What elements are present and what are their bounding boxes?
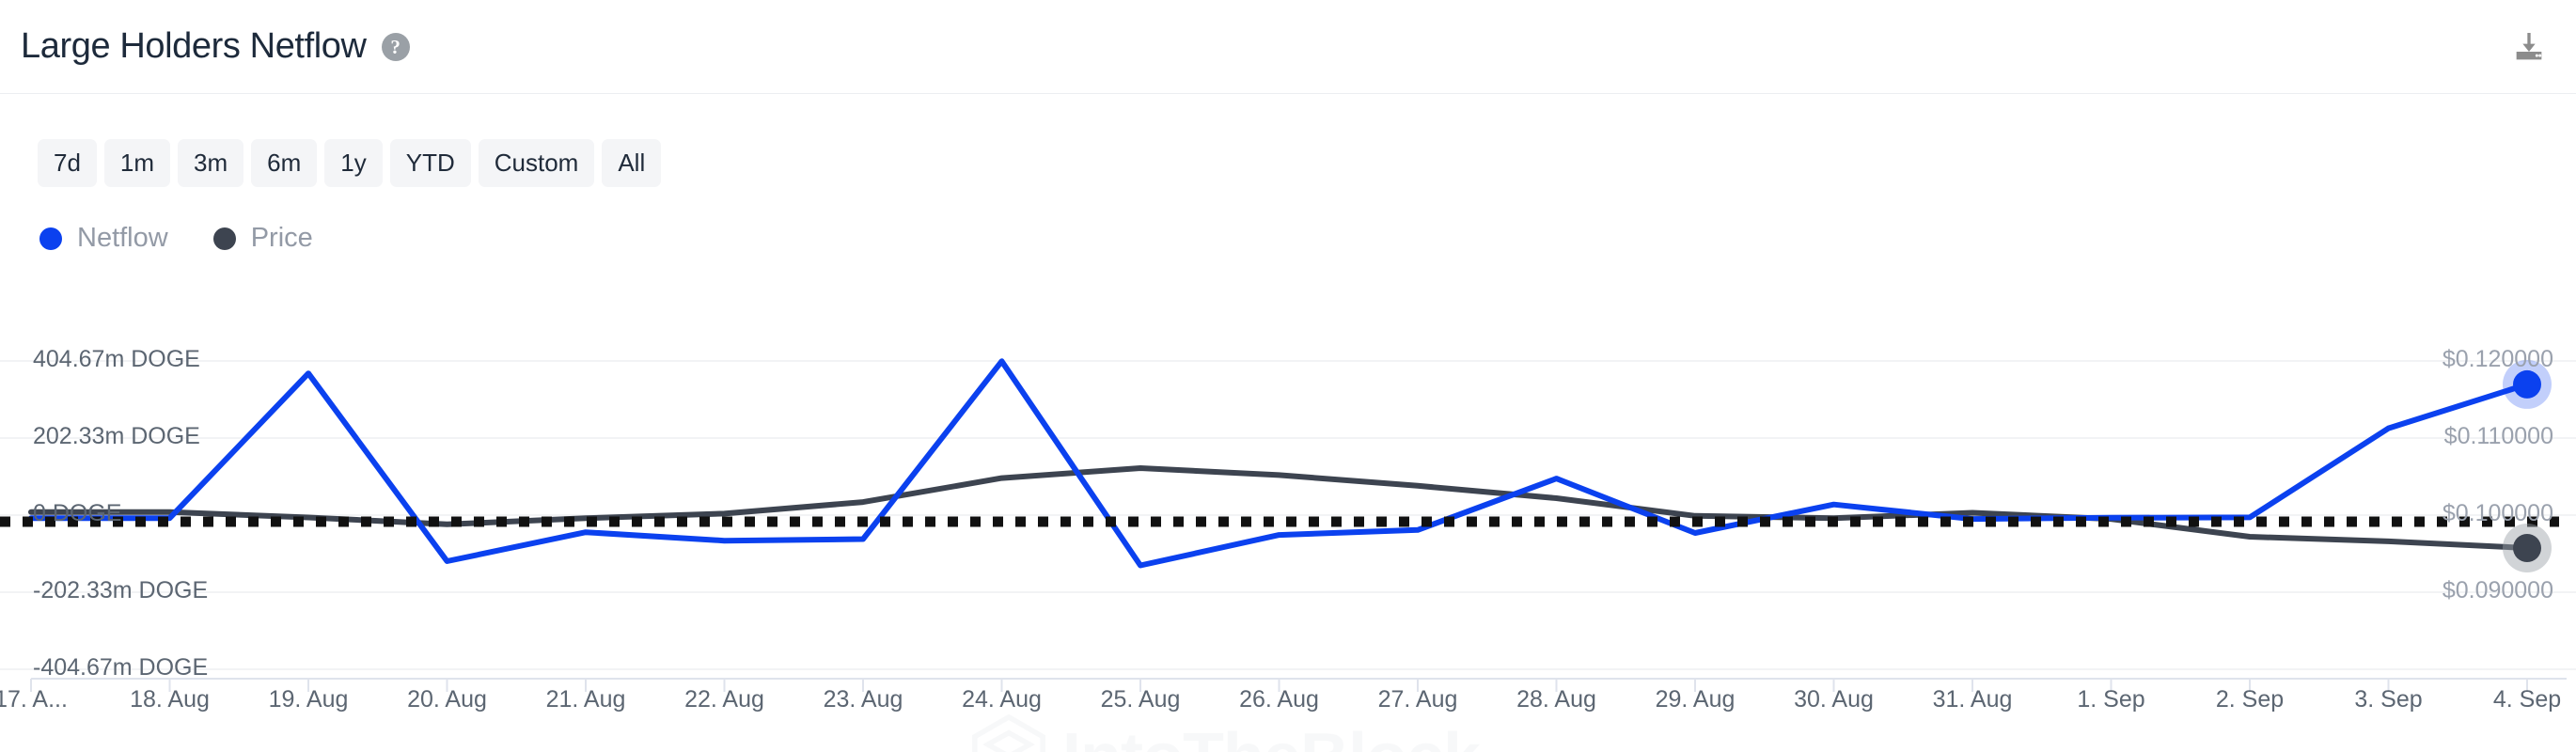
chart-legend: Netflow Price (39, 223, 313, 254)
page-title: Large Holders Netflow (21, 26, 367, 66)
range-button-1y[interactable]: 1y (324, 139, 383, 187)
range-button-all[interactable]: All (602, 139, 662, 187)
y-axis-left-tick-3: -202.33m DOGE (33, 577, 209, 603)
y-axis-left-tick-2: 0 DOGE (33, 500, 122, 526)
range-button-1m[interactable]: 1m (103, 139, 171, 187)
range-button-custom[interactable]: Custom (478, 139, 595, 187)
legend-dot-netflow (39, 227, 62, 250)
x-axis-tick-10: 27. Aug (1377, 686, 1458, 713)
x-axis-tick-1: 18. Aug (130, 686, 210, 713)
range-button-6m[interactable]: 6m (251, 139, 318, 187)
x-axis-tick-17: 3. Sep (2354, 686, 2423, 713)
x-axis-tick-8: 25. Aug (1100, 686, 1181, 713)
x-axis-tick-18: 4. Sep (2492, 686, 2562, 713)
widget-header: Large Holders Netflow ? (0, 0, 2576, 94)
x-axis-tick-12: 29. Aug (1655, 686, 1736, 713)
x-axis-tick-16: 2. Sep (2215, 686, 2285, 713)
x-axis-tick-13: 30. Aug (1794, 686, 1874, 713)
x-axis-tick-9: 26. Aug (1239, 686, 1319, 713)
x-axis-tick-11: 28. Aug (1516, 686, 1596, 713)
download-button[interactable] (2506, 24, 2552, 70)
download-icon (2516, 33, 2542, 60)
y-axis-right-tick-0: $0.120000 (2442, 346, 2553, 372)
x-axis-tick-5: 22. Aug (684, 686, 764, 713)
x-axis-tick-3: 20. Aug (407, 686, 487, 713)
x-axis-tick-6: 23. Aug (823, 686, 903, 713)
x-axis-tick-15: 1. Sep (2077, 686, 2145, 713)
y-axis-right-tick-3: $0.090000 (2442, 577, 2553, 603)
legend-item-netflow[interactable]: Netflow (39, 223, 168, 254)
x-axis-tick-14: 31. Aug (1932, 686, 2013, 713)
question-mark-circle-icon[interactable]: ? (381, 32, 410, 61)
title-group: Large Holders Netflow ? (21, 26, 410, 67)
chart-plot-area[interactable]: IntoTheBlock 404.67m DOGE202.33m DOGE0 D… (0, 310, 2576, 752)
x-axis-tick-4: 21. Aug (545, 686, 626, 713)
legend-label-netflow: Netflow (77, 223, 168, 253)
y-axis-left-tick-0: 404.67m DOGE (33, 346, 200, 372)
range-button-ytd[interactable]: YTD (389, 139, 471, 187)
y-axis-right-tick-2: $0.100000 (2442, 500, 2553, 526)
y-axis-right-tick-1: $0.110000 (2443, 423, 2553, 449)
legend-item-price[interactable]: Price (212, 223, 313, 254)
range-selector: 7d 1m 3m 6m 1y YTD Custom All (38, 139, 662, 187)
legend-dot-price (212, 227, 236, 250)
y-axis-left-tick-1: 202.33m DOGE (33, 423, 200, 449)
range-button-3m[interactable]: 3m (178, 139, 244, 187)
legend-label-price: Price (250, 223, 313, 253)
range-button-7d[interactable]: 7d (38, 139, 97, 187)
y-axis-left-tick-4: -404.67m DOGE (33, 654, 209, 681)
x-axis-tick-2: 19. Aug (268, 686, 349, 713)
x-axis-tick-0: 17. A... (0, 686, 68, 713)
x-axis-tick-7: 24. Aug (962, 686, 1042, 713)
chart-widget: Large Holders Netflow ? 7d 1m 3m 6m 1y Y… (0, 0, 2576, 752)
